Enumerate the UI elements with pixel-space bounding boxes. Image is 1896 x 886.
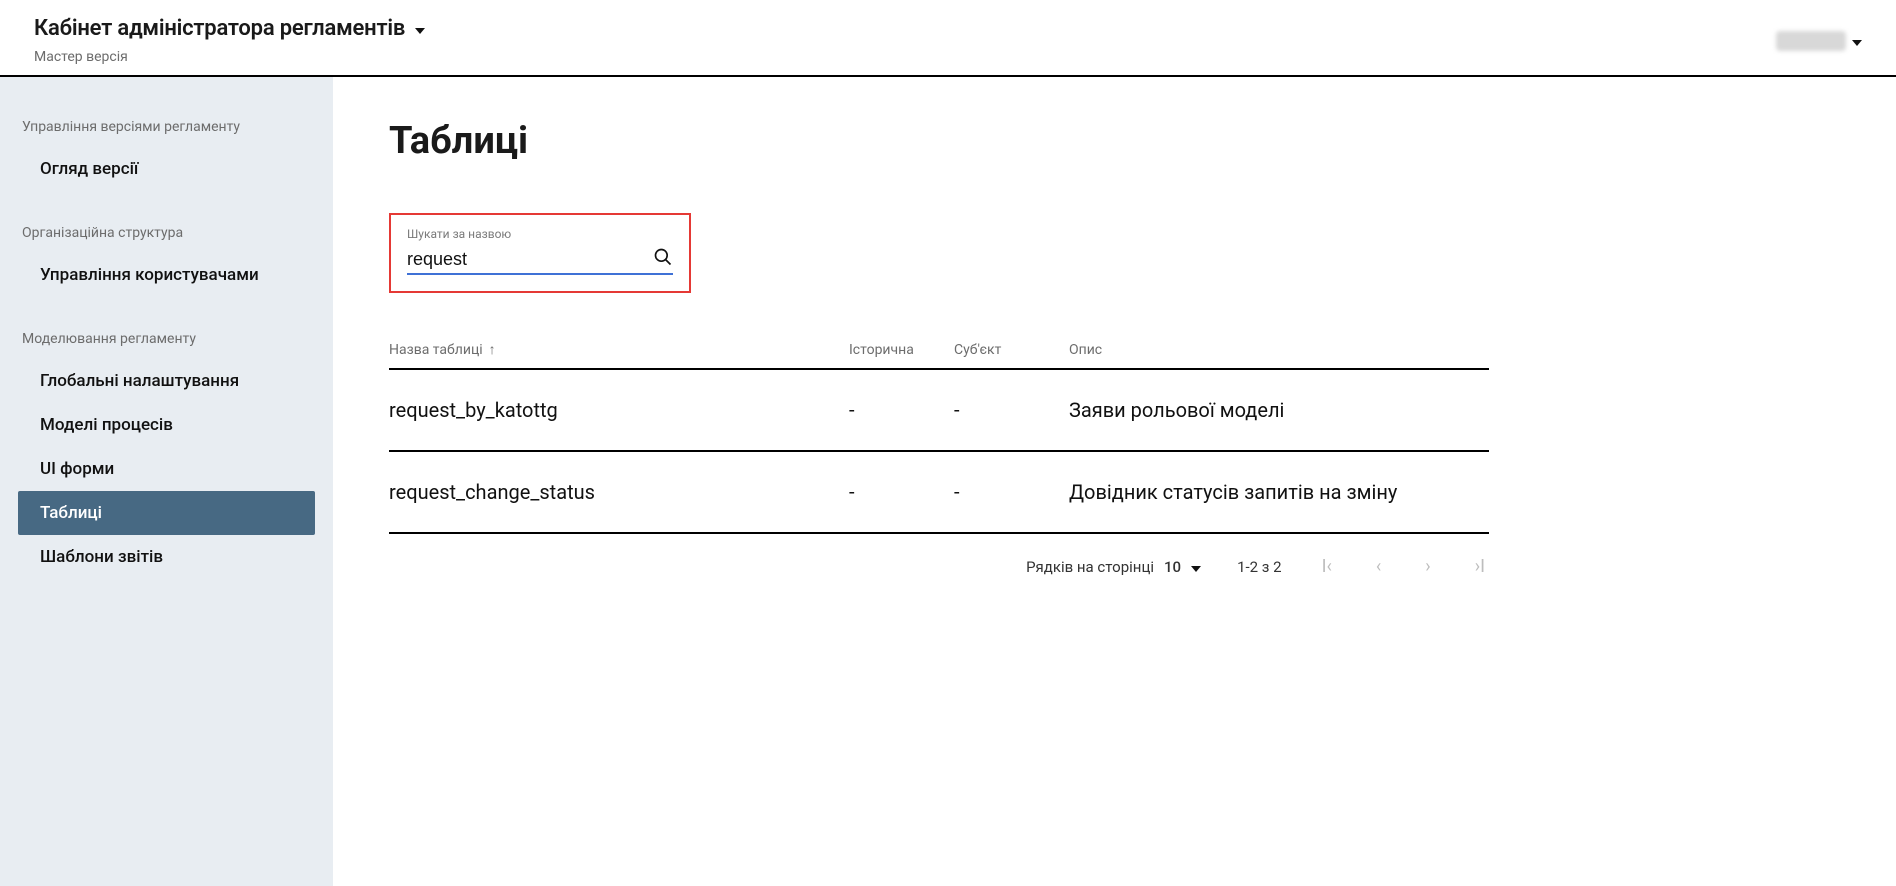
sidebar-item-process-models[interactable]: Моделі процесів [18, 403, 315, 447]
search-label: Шукати за назвою [407, 227, 673, 241]
sidebar-item-users-mgmt[interactable]: Управління користувачами [18, 253, 315, 297]
app-title-row[interactable]: Кабінет адміністратора регламентів [34, 16, 425, 41]
caret-down-icon [415, 19, 425, 38]
cell-historical: - [849, 398, 954, 422]
col-header-historical[interactable]: Історична [849, 342, 954, 358]
col-header-subject[interactable]: Суб'єкт [954, 342, 1069, 358]
tables-list: Назва таблиці ↑ Історична Суб'єкт Опис r… [389, 341, 1489, 581]
first-page-icon[interactable]: I‹ [1318, 552, 1336, 581]
col-header-name[interactable]: Назва таблиці ↑ [389, 341, 849, 358]
cell-name: request_by_katottg [389, 398, 849, 422]
cell-desc: Довідник статусів запитів на зміну [1069, 480, 1489, 504]
user-name-obscured [1776, 31, 1846, 51]
sidebar-item-version-overview[interactable]: Огляд версії [18, 147, 315, 191]
app-subtitle: Мастер версія [34, 49, 425, 65]
main-content: Таблиці Шукати за назвою Назва таблиці ↑ [333, 77, 1896, 886]
pagination-range: 1-2 з 2 [1237, 558, 1282, 576]
caret-down-icon [1852, 31, 1862, 50]
rows-per-value: 10 [1164, 558, 1181, 576]
table-header-row: Назва таблиці ↑ Історична Суб'єкт Опис [389, 341, 1489, 370]
sidebar: Управління версіями регламенту Огляд вер… [0, 77, 333, 886]
pagination-bar: Рядків на сторінці 10 1-2 з 2 I‹ ‹ › ›I [389, 552, 1489, 581]
col-header-name-label: Назва таблиці [389, 342, 483, 358]
sidebar-group-title: Управління версіями регламенту [0, 111, 333, 147]
col-header-subject-label: Суб'єкт [954, 342, 1001, 358]
sidebar-group-title: Моделювання регламенту [0, 323, 333, 359]
table-row[interactable]: request_by_katottg - - Заяви рольової мо… [389, 370, 1489, 452]
next-page-icon[interactable]: › [1421, 552, 1434, 581]
col-header-desc[interactable]: Опис [1069, 342, 1489, 358]
search-row [407, 247, 673, 275]
arrow-up-icon: ↑ [489, 341, 496, 358]
cell-subject: - [954, 480, 1069, 504]
search-input[interactable] [407, 249, 645, 270]
page-title: Таблиці [389, 119, 1840, 163]
sidebar-item-tables[interactable]: Таблиці [18, 491, 315, 535]
sidebar-group-title: Організаційна структура [0, 217, 333, 253]
table-row[interactable]: request_change_status - - Довідник стату… [389, 452, 1489, 534]
app-header: Кабінет адміністратора регламентів Масте… [0, 0, 1896, 77]
sidebar-item-global-settings[interactable]: Глобальні налаштування [18, 359, 315, 403]
col-header-desc-label: Опис [1069, 342, 1102, 358]
user-menu[interactable] [1776, 31, 1862, 51]
app-title: Кабінет адміністратора регламентів [34, 16, 405, 41]
caret-down-icon [1191, 558, 1201, 576]
cell-historical: - [849, 480, 954, 504]
rows-per-page[interactable]: Рядків на сторінці 10 [1026, 558, 1201, 576]
cell-subject: - [954, 398, 1069, 422]
header-left: Кабінет адміністратора регламентів Масте… [34, 16, 425, 65]
sidebar-item-ui-forms[interactable]: UI форми [18, 447, 315, 491]
sidebar-item-report-templates[interactable]: Шаблони звітів [18, 535, 315, 579]
last-page-icon[interactable]: ›I [1471, 552, 1489, 581]
search-box-highlighted: Шукати за назвою [389, 213, 691, 293]
cell-desc: Заяви рольової моделі [1069, 398, 1489, 422]
rows-per-label: Рядків на сторінці [1026, 558, 1154, 576]
col-header-historical-label: Історична [849, 342, 914, 358]
body: Управління версіями регламенту Огляд вер… [0, 77, 1896, 886]
prev-page-icon[interactable]: ‹ [1372, 552, 1385, 581]
cell-name: request_change_status [389, 480, 849, 504]
search-icon[interactable] [653, 247, 673, 271]
